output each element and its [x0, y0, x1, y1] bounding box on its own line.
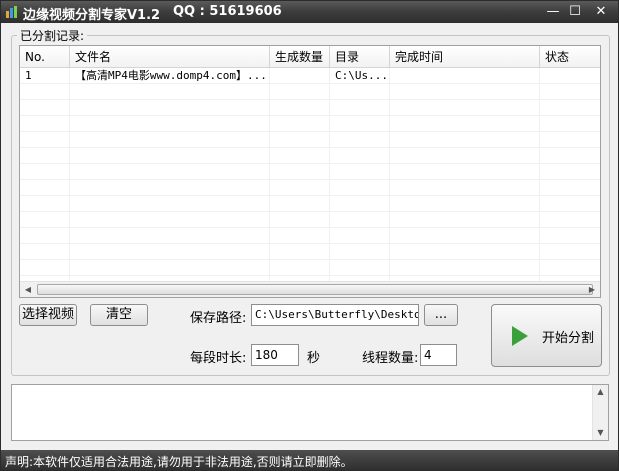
thread-count-label: 线程数量: — [362, 351, 419, 366]
empty-row — [20, 260, 600, 276]
cell-filename: 【高清MP4电影www.domp4.com】... — [75, 69, 267, 82]
column-header-count[interactable]: 生成数量 — [270, 46, 330, 68]
app-icon — [6, 6, 17, 18]
start-split-button[interactable]: 开始分割 — [491, 304, 602, 367]
save-path-label: 保存路径: — [190, 311, 247, 326]
close-icon[interactable]: ✕ — [590, 3, 612, 21]
seconds-unit-label: 秒 — [307, 351, 321, 366]
window-title: 边缘视频分割专家V1.2 — [23, 8, 161, 23]
scrollbar-thumb[interactable] — [37, 284, 593, 295]
segment-duration-input[interactable]: 180 — [251, 344, 299, 366]
browse-button[interactable]: ... — [424, 304, 458, 326]
column-header-no[interactable]: No. — [20, 46, 70, 68]
main-window: 边缘视频分割专家V1.2 QQ : 51619606 — ☐ ✕ 已分割记录: … — [0, 0, 619, 471]
horizontal-scrollbar[interactable]: ◀ ▶ — [20, 281, 600, 297]
scroll-down-icon[interactable]: ▼ — [593, 426, 608, 440]
empty-row — [20, 100, 600, 116]
cell-count — [270, 68, 330, 84]
records-list[interactable]: No. 文件名 生成数量 目录 完成时间 状态 1 【高清MP4电影www.do… — [19, 45, 601, 298]
empty-row — [20, 116, 600, 132]
empty-row — [20, 244, 600, 260]
table-row[interactable]: 1 【高清MP4电影www.domp4.com】... C:\Us... — [20, 68, 600, 84]
disclaimer-text: 声明:本软件仅适用合法用途,请勿用于非法用途,否则请立即删除。 — [5, 455, 353, 469]
save-path-input[interactable]: C:\Users\Butterfly\Desktop\ — [251, 304, 419, 326]
play-icon — [512, 326, 528, 346]
status-bar: 声明:本软件仅适用合法用途,请勿用于非法用途,否则请立即删除。 — [1, 450, 618, 470]
minimize-icon[interactable]: — — [542, 3, 564, 21]
list-body: 1 【高清MP4电影www.domp4.com】... C:\Us... — [20, 68, 600, 281]
start-split-label: 开始分割 — [542, 331, 595, 346]
empty-row — [20, 132, 600, 148]
column-header-time[interactable]: 完成时间 — [390, 46, 540, 68]
empty-row — [20, 212, 600, 228]
cell-dir: C:\Us... — [335, 69, 388, 82]
vertical-scrollbar[interactable]: ▲ ▼ — [592, 385, 608, 440]
title-bar[interactable]: 边缘视频分割专家V1.2 QQ : 51619606 — ☐ ✕ — [1, 1, 618, 23]
thread-count-input[interactable]: 4 — [420, 344, 457, 366]
empty-row — [20, 180, 600, 196]
column-header-filename[interactable]: 文件名 — [70, 46, 270, 68]
empty-row — [20, 196, 600, 212]
scroll-left-icon[interactable]: ◀ — [20, 282, 36, 297]
cell-no: 1 — [25, 69, 32, 82]
log-output[interactable]: ▲ ▼ — [11, 384, 609, 441]
column-header-status[interactable]: 状态 — [540, 46, 600, 68]
maximize-icon[interactable]: ☐ — [564, 3, 586, 21]
empty-row — [20, 84, 600, 100]
records-group-label: 已分割记录: — [17, 27, 88, 44]
clear-button[interactable]: 清空 — [90, 304, 148, 326]
list-header: No. 文件名 生成数量 目录 完成时间 状态 — [20, 46, 600, 68]
empty-row — [20, 228, 600, 244]
qq-contact: QQ : 51619606 — [173, 4, 282, 19]
scroll-up-icon[interactable]: ▲ — [593, 385, 608, 399]
empty-row — [20, 148, 600, 164]
cell-time — [390, 68, 540, 84]
scroll-right-icon[interactable]: ▶ — [584, 282, 600, 297]
column-header-dir[interactable]: 目录 — [330, 46, 390, 68]
segment-duration-label: 每段时长: — [190, 351, 247, 366]
empty-row — [20, 164, 600, 180]
select-video-button[interactable]: 选择视频 — [19, 304, 77, 326]
cell-status — [540, 68, 600, 84]
